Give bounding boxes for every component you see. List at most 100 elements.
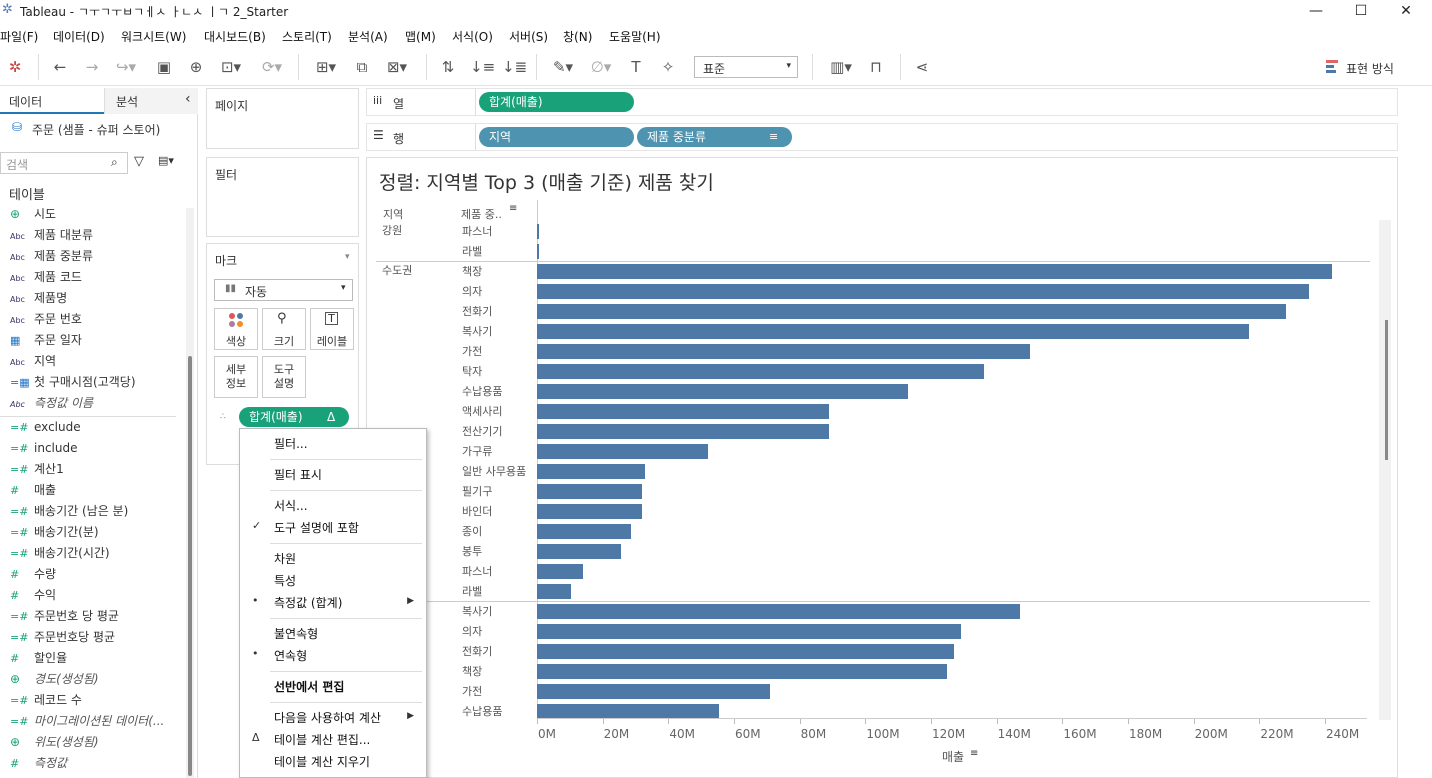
field-item[interactable]: =# 레코드 수 bbox=[10, 690, 82, 710]
menu-item-1[interactable]: 데이터(D) bbox=[53, 28, 105, 45]
columns-shelf[interactable]: iii 열 합계(매출) bbox=[366, 88, 1398, 116]
vertical-scrollbar[interactable] bbox=[1379, 220, 1391, 720]
fit-dropdown[interactable]: 표준 ▾ bbox=[694, 56, 798, 78]
redo-icon[interactable]: → bbox=[82, 57, 102, 77]
subcategory-label[interactable]: 일반 사무용품 bbox=[462, 463, 526, 479]
new-datasource-icon[interactable]: ⊕ bbox=[186, 57, 206, 77]
context-menu-item[interactable]: 서식... bbox=[274, 497, 308, 514]
menu-item-4[interactable]: 스토리(T) bbox=[282, 28, 332, 45]
context-menu-item[interactable]: 테이블 계산 편집... bbox=[274, 731, 370, 748]
tableau-home-icon[interactable]: ✲ bbox=[6, 57, 24, 77]
undo-icon[interactable]: ← bbox=[50, 57, 70, 77]
subcategory-label[interactable]: 봉투 bbox=[462, 543, 482, 559]
bar-mark[interactable] bbox=[537, 224, 539, 239]
bar-mark[interactable] bbox=[537, 604, 1020, 619]
menu-item-2[interactable]: 워크시트(W) bbox=[121, 28, 186, 45]
sort-icon[interactable]: ≡ bbox=[970, 748, 978, 759]
bar-mark[interactable] bbox=[537, 284, 1309, 299]
context-menu-item[interactable]: 차원 bbox=[274, 550, 296, 567]
chevron-down-icon[interactable]: ▾ bbox=[345, 252, 350, 262]
subcategory-label[interactable]: 가전 bbox=[462, 683, 482, 699]
menu-item-5[interactable]: 분석(A) bbox=[348, 28, 388, 45]
rows-pill-region[interactable]: 지역 bbox=[479, 127, 634, 147]
view-options-icon[interactable]: ▤▾ bbox=[158, 154, 174, 167]
context-menu-item[interactable]: 필터... bbox=[274, 435, 308, 452]
context-menu-item[interactable]: 특성 bbox=[274, 572, 296, 589]
minimize-button[interactable]: — bbox=[1294, 0, 1338, 22]
show-cards-icon[interactable]: ▥▾ bbox=[824, 57, 858, 77]
subcategory-label[interactable]: 책장 bbox=[462, 263, 482, 279]
subcategory-label[interactable]: 수납용품 bbox=[462, 703, 502, 719]
field-item[interactable]: =▦ 첫 구매시점(고객당) bbox=[10, 372, 136, 392]
bar-mark[interactable] bbox=[537, 624, 961, 639]
header-subcategory[interactable]: 제품 중.. bbox=[461, 206, 502, 222]
context-menu-item[interactable]: 불연속형 bbox=[274, 625, 318, 642]
sort-descending-icon[interactable]: ↓≣ bbox=[502, 57, 527, 77]
bar-mark[interactable] bbox=[537, 384, 909, 399]
field-item[interactable]: =# 배송기간(분) bbox=[10, 522, 99, 542]
context-menu-item[interactable]: 필터 표시 bbox=[274, 466, 322, 483]
bar-mark[interactable] bbox=[537, 684, 771, 699]
bar-mark[interactable] bbox=[537, 584, 572, 599]
subcategory-label[interactable]: 전산기기 bbox=[462, 423, 502, 439]
bar-mark[interactable] bbox=[537, 664, 948, 679]
field-item[interactable]: # 할인율 bbox=[10, 648, 67, 668]
field-item[interactable]: Abc 지역 bbox=[10, 351, 56, 371]
context-menu-item[interactable]: 연속형 bbox=[274, 647, 307, 664]
context-menu-item[interactable]: 측정값 (합계) bbox=[274, 594, 342, 611]
scrollbar[interactable] bbox=[186, 208, 194, 778]
header-region[interactable]: 지역 bbox=[383, 206, 403, 222]
field-item[interactable]: =# include bbox=[10, 438, 77, 458]
subcategory-label[interactable]: 가전 bbox=[462, 343, 482, 359]
rows-shelf[interactable]: ☰ 행 지역 제품 중분류 ≡ bbox=[366, 123, 1398, 151]
subcategory-label[interactable]: 책장 bbox=[462, 663, 482, 679]
subcategory-label[interactable]: 의자 bbox=[462, 623, 482, 639]
clear-sheet-icon[interactable]: ⊠▾ bbox=[382, 57, 412, 77]
field-item[interactable]: # 수익 bbox=[10, 585, 56, 605]
field-item[interactable]: Abc 주문 번호 bbox=[10, 309, 82, 329]
bar-mark[interactable] bbox=[537, 464, 646, 479]
highlight-icon[interactable]: ✎▾ bbox=[548, 57, 578, 77]
tooltip-button[interactable]: 도구 설명 bbox=[262, 356, 306, 398]
pause-updates-icon[interactable]: ⊡▾ bbox=[218, 57, 244, 77]
sort-ascending-icon[interactable]: ↓≡ bbox=[470, 57, 495, 77]
rows-pill-subcategory[interactable]: 제품 중분류 ≡ bbox=[637, 127, 792, 147]
bar-mark[interactable] bbox=[537, 344, 1030, 359]
subcategory-label[interactable]: 수납용품 bbox=[462, 383, 502, 399]
bar-mark[interactable] bbox=[537, 324, 1250, 339]
tab-analysis[interactable]: 분석 ‹ bbox=[104, 88, 198, 114]
close-button[interactable]: ✕ bbox=[1384, 0, 1428, 22]
field-item[interactable]: =# 계산1 bbox=[10, 459, 64, 479]
subcategory-label[interactable]: 전화기 bbox=[462, 643, 492, 659]
size-button[interactable]: ⚲ 크기 bbox=[262, 308, 306, 350]
presentation-mode-icon[interactable]: ⊓ bbox=[866, 57, 886, 77]
search-input[interactable]: 검색 ⌕ bbox=[0, 152, 128, 174]
bar-mark[interactable] bbox=[537, 244, 539, 259]
duplicate-icon[interactable]: ⧉ bbox=[352, 57, 372, 77]
swap-icon[interactable]: ⇅ bbox=[438, 57, 458, 77]
subcategory-label[interactable]: 바인더 bbox=[462, 503, 492, 519]
bar-mark[interactable] bbox=[537, 404, 830, 419]
menu-item-10[interactable]: 도움말(H) bbox=[609, 28, 661, 45]
subcategory-label[interactable]: 필기구 bbox=[462, 483, 492, 499]
bar-mark[interactable] bbox=[537, 544, 621, 559]
subcategory-label[interactable]: 의자 bbox=[462, 283, 482, 299]
bar-mark[interactable] bbox=[537, 444, 708, 459]
field-item[interactable]: =# 주문번호당 평균 bbox=[10, 627, 115, 647]
filter-icon[interactable]: ▽ bbox=[134, 154, 144, 169]
subcategory-label[interactable]: 탁자 bbox=[462, 363, 482, 379]
field-item[interactable]: Abc 측정값 이름 bbox=[10, 393, 93, 413]
fix-axes-icon[interactable]: ✧ bbox=[658, 57, 678, 77]
menu-item-3[interactable]: 대시보드(B) bbox=[204, 28, 266, 45]
new-worksheet-icon[interactable]: ⊞▾ bbox=[310, 57, 342, 77]
detail-button[interactable]: 세부 정보 bbox=[214, 356, 258, 398]
context-menu-item[interactable]: 도구 설명에 포함 bbox=[274, 519, 359, 536]
bar-mark[interactable] bbox=[537, 304, 1286, 319]
filters-card[interactable]: 필터 bbox=[206, 157, 359, 237]
sort-icon[interactable]: ≡ bbox=[509, 203, 517, 214]
field-item[interactable]: ⊕ 경도(생성됨) bbox=[10, 669, 99, 689]
menu-item-8[interactable]: 서버(S) bbox=[509, 28, 548, 45]
maximize-button[interactable]: ☐ bbox=[1339, 0, 1383, 22]
subcategory-label[interactable]: 전화기 bbox=[462, 303, 492, 319]
field-item[interactable]: # 수량 bbox=[10, 564, 56, 584]
